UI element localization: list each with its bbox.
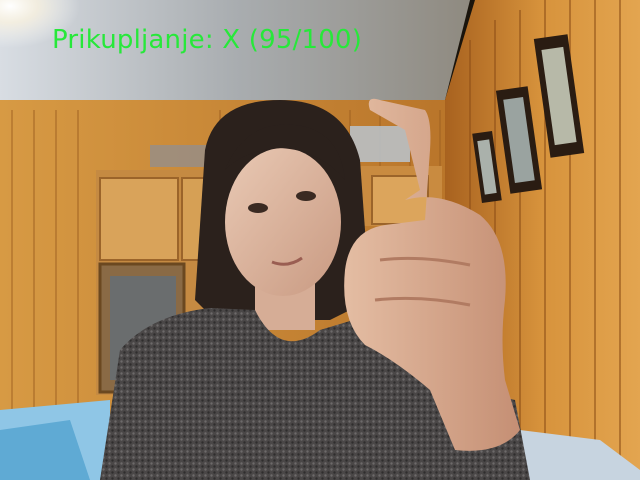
ceiling-lamp-glow: [0, 0, 200, 120]
face: [225, 148, 341, 296]
camera-feed-frame: Prikupljanje: X (95/100): [0, 0, 640, 480]
gesture-collection-status: Prikupljanje: X (95/100): [52, 25, 363, 55]
left-eye: [248, 203, 268, 213]
webcam-image: [0, 0, 640, 480]
right-eye: [296, 191, 316, 201]
